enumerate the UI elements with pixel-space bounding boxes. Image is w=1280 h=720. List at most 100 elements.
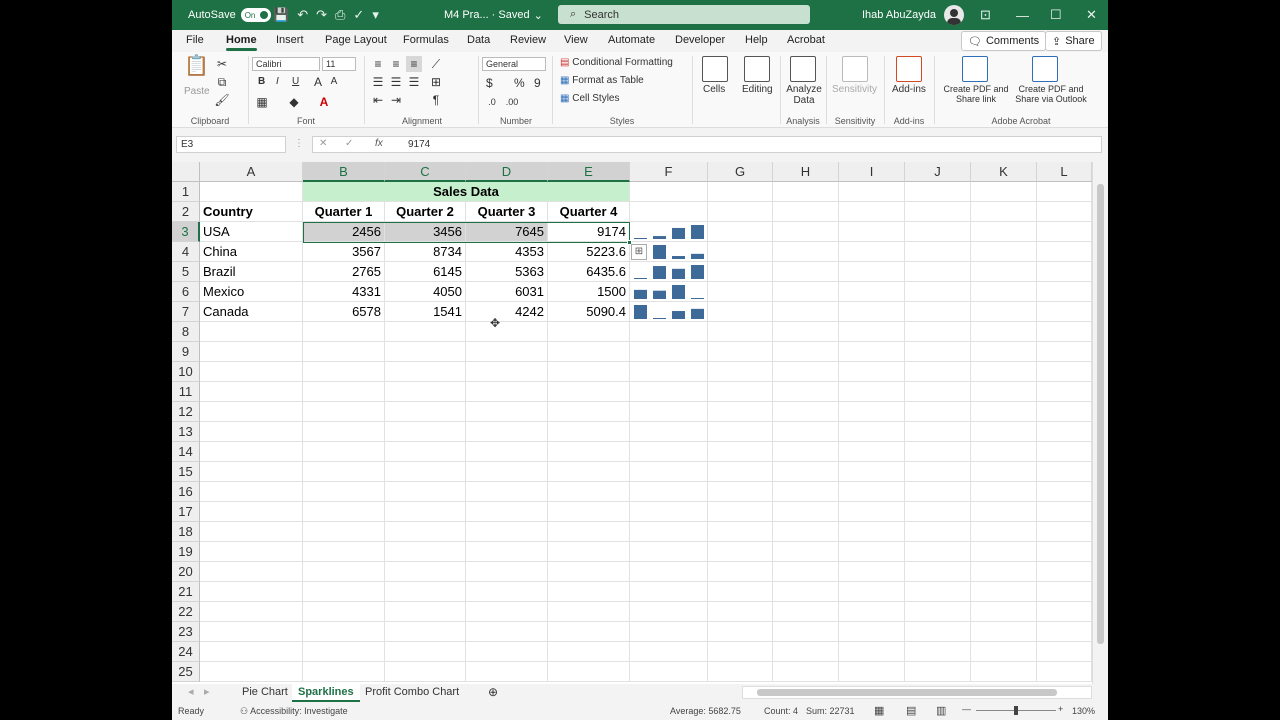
value-cell[interactable]: 3567 [303, 242, 385, 262]
comma-button[interactable]: 9 [534, 76, 541, 90]
value-cell[interactable]: 6578 [303, 302, 385, 322]
row-header-9[interactable]: 9 [172, 342, 200, 362]
quick-analysis-icon[interactable]: ⊞ [631, 244, 647, 260]
italic-button[interactable]: I [276, 76, 279, 87]
value-cell[interactable]: 8734 [385, 242, 466, 262]
redo-icon[interactable]: ↷ [316, 7, 327, 23]
country-cell[interactable]: China [200, 242, 303, 262]
number-format-select[interactable]: General [482, 57, 546, 71]
font-name-select[interactable]: Calibri [252, 57, 320, 71]
accessibility-status[interactable]: ⚇ Accessibility: Investigate [240, 706, 348, 717]
row-header-16[interactable]: 16 [172, 482, 200, 502]
orientation-icon[interactable]: ⟋ [428, 56, 444, 72]
column-header-h[interactable]: H [773, 162, 839, 182]
tab-data[interactable]: Data [467, 34, 490, 46]
row-header-19[interactable]: 19 [172, 542, 200, 562]
scroll-left-icon[interactable]: ◂ [182, 684, 200, 702]
row-header-15[interactable]: 15 [172, 462, 200, 482]
row-header-5[interactable]: 5 [172, 262, 200, 282]
align-top-icon[interactable]: ≡ [370, 56, 386, 72]
comments-button[interactable]: 🗨 Comments [961, 31, 1047, 51]
minimize-icon[interactable]: — [1016, 8, 1029, 23]
country-cell[interactable]: Brazil [200, 262, 303, 282]
maximize-icon[interactable]: ☐ [1050, 7, 1062, 23]
page-break-view-icon[interactable]: ▥ [936, 704, 946, 717]
borders-icon[interactable]: ▦ [254, 94, 270, 110]
fill-color-icon[interactable]: ◆ [286, 94, 302, 110]
tab-insert[interactable]: Insert [276, 34, 304, 46]
country-cell[interactable]: USA [200, 222, 303, 242]
row-header-18[interactable]: 18 [172, 522, 200, 542]
status-sum[interactable]: Sum: 22731 [806, 706, 855, 716]
row-header-20[interactable]: 20 [172, 562, 200, 582]
value-cell[interactable]: 4331 [303, 282, 385, 302]
zoom-slider-thumb[interactable] [1014, 706, 1018, 715]
cancel-icon[interactable]: ✕ [319, 138, 327, 149]
value-cell[interactable]: 4242 [466, 302, 548, 322]
more-icon[interactable]: ⋮ [294, 138, 304, 149]
row-header-24[interactable]: 24 [172, 642, 200, 662]
header-quarter-1[interactable]: Quarter 1 [303, 202, 385, 222]
column-header-c[interactable]: C [385, 162, 466, 182]
tab-help[interactable]: Help [745, 34, 768, 46]
avatar[interactable] [944, 5, 965, 25]
undo-icon[interactable]: ↶ [297, 7, 308, 23]
horizontal-scrollbar[interactable] [742, 686, 1092, 699]
vertical-scrollbar[interactable] [1092, 162, 1108, 684]
value-cell[interactable]: 5090.4 [548, 302, 630, 322]
column-header-l[interactable]: L [1037, 162, 1092, 182]
tab-home[interactable]: Home [226, 34, 257, 51]
align-center-icon[interactable]: ☰ [388, 74, 404, 90]
row-header-8[interactable]: 8 [172, 322, 200, 342]
print-icon[interactable]: ⎙ [335, 7, 345, 23]
column-header-b[interactable]: B [303, 162, 385, 182]
row-header-23[interactable]: 23 [172, 622, 200, 642]
value-cell[interactable]: 2765 [303, 262, 385, 282]
tab-sparklines[interactable]: Sparklines [292, 684, 360, 702]
select-all-corner[interactable] [172, 162, 200, 182]
sales-data-title[interactable]: Sales Data [303, 182, 630, 202]
shrink-font-icon[interactable]: A [326, 74, 342, 90]
analyze-data-icon[interactable] [790, 56, 816, 82]
value-cell[interactable]: 6145 [385, 262, 466, 282]
status-average[interactable]: Average: 5682.75 [670, 706, 741, 716]
tab-profit-combo-chart[interactable]: Profit Combo Chart [359, 684, 465, 702]
column-header-d[interactable]: D [466, 162, 548, 182]
text-direction-icon[interactable]: ¶ [428, 92, 444, 108]
page-layout-view-icon[interactable]: ▤ [906, 704, 916, 717]
value-cell[interactable]: 5363 [466, 262, 548, 282]
tab-automate[interactable]: Automate [608, 34, 655, 46]
pdf-outlook-icon[interactable] [1032, 56, 1058, 82]
scroll-right-icon[interactable]: ▸ [198, 684, 216, 702]
format-painter-icon[interactable]: 🖌 [214, 92, 230, 108]
customize-icon[interactable]: ▾ [372, 7, 379, 23]
horizontal-scrollbar-thumb[interactable] [757, 689, 1057, 696]
row-header-22[interactable]: 22 [172, 602, 200, 622]
zoom-level[interactable]: 130% [1072, 706, 1095, 716]
scrollbar-thumb[interactable] [1097, 184, 1104, 644]
row-header-21[interactable]: 21 [172, 582, 200, 602]
pdf-link-icon[interactable] [962, 56, 988, 82]
value-cell[interactable]: 6435.6 [548, 262, 630, 282]
column-header-f[interactable]: F [630, 162, 708, 182]
value-cell[interactable]: 6031 [466, 282, 548, 302]
decrease-indent-icon[interactable]: ⇤ [370, 92, 386, 108]
row-header-12[interactable]: 12 [172, 402, 200, 422]
share-button[interactable]: ⇪ Share [1045, 31, 1102, 51]
autosave-toggle[interactable]: On [240, 8, 271, 22]
spelling-icon[interactable]: ✓ [353, 7, 364, 23]
header-quarter-3[interactable]: Quarter 3 [466, 202, 548, 222]
editing-group[interactable]: Editing [736, 52, 778, 128]
header-quarter-2[interactable]: Quarter 2 [385, 202, 466, 222]
status-count[interactable]: Count: 4 [764, 706, 798, 716]
tab-page-layout[interactable]: Page Layout [325, 34, 387, 46]
decrease-decimal-icon[interactable]: .00 [504, 94, 520, 110]
value-cell[interactable]: 4353 [466, 242, 548, 262]
autosave[interactable]: AutoSave On [188, 0, 271, 30]
cells-group[interactable]: Cells [694, 52, 734, 128]
row-header-6[interactable]: 6 [172, 282, 200, 302]
column-header-j[interactable]: J [905, 162, 971, 182]
zoom-out-icon[interactable]: — [962, 704, 971, 714]
formula-input[interactable]: ✕ ✓ fx 9174 [312, 136, 1102, 153]
copy-icon[interactable]: ⧉ [214, 74, 230, 90]
